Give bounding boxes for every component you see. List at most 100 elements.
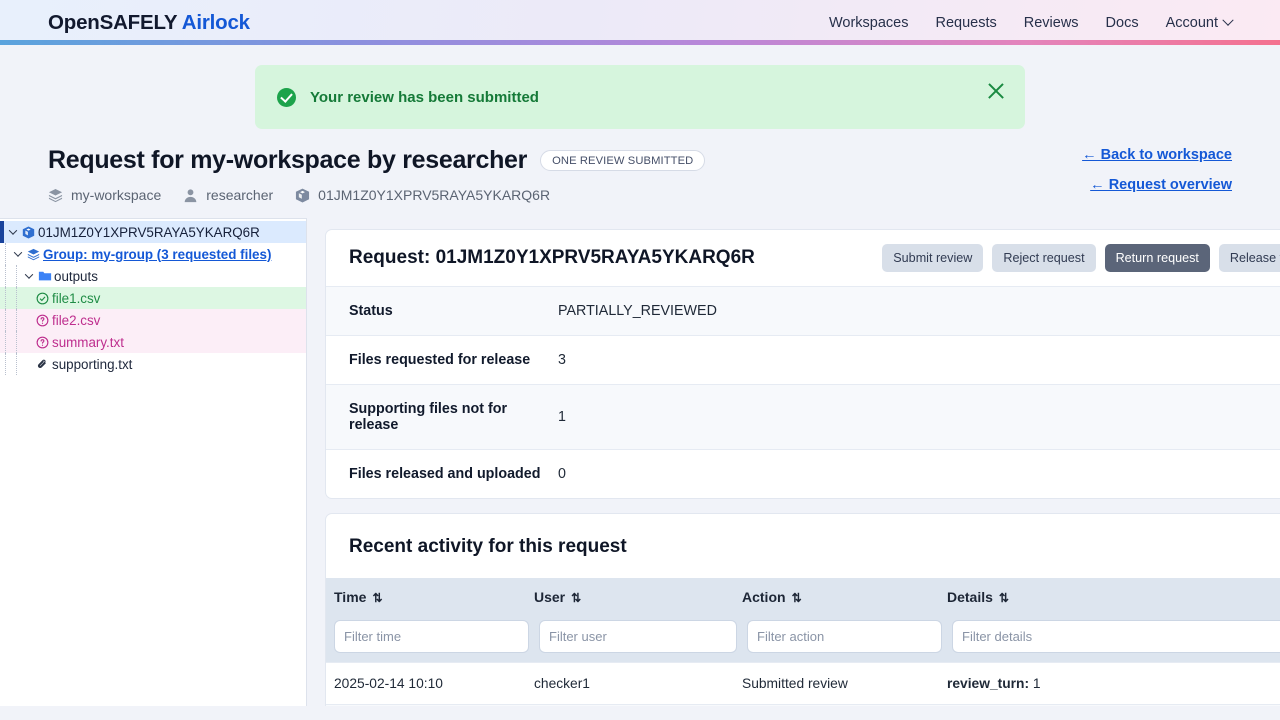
- activity-title: Recent activity for this request: [349, 536, 627, 557]
- tree-item-summary[interactable]: summary.txt: [0, 331, 306, 353]
- main-nav: Workspaces Requests Reviews Docs Account: [829, 14, 1240, 31]
- meta-request-id: 01JM1Z0Y1XPRV5RAYA5YKARQ6R: [295, 187, 550, 203]
- tree-label: file2.csv: [52, 312, 101, 328]
- brand-logo[interactable]: OpenSAFELY Airlock: [48, 11, 250, 35]
- tree-indent-guide: [11, 331, 22, 353]
- cell-action: [742, 704, 947, 706]
- row-key: Status: [349, 303, 393, 319]
- back-to-workspace-link[interactable]: ← Back to workspace: [1082, 147, 1232, 163]
- chevron-down-icon[interactable]: [11, 248, 24, 257]
- sort-icon[interactable]: ⇅: [792, 591, 802, 605]
- tree-item-request-root[interactable]: 01JM1Z0Y1XPRV5RAYA5YKARQ6R: [0, 221, 306, 243]
- tree-item-supporting[interactable]: supporting.txt: [0, 353, 306, 375]
- nav-item-docs[interactable]: Docs: [1106, 15, 1139, 31]
- brand-airlock-text: Airlock: [181, 10, 250, 34]
- table-row: 2025-02-14 10:10 checker1 Submitted revi…: [326, 662, 1280, 705]
- question-circle-icon: [33, 314, 52, 327]
- filter-cell-details: [947, 616, 1280, 663]
- check-circle-icon: [277, 87, 296, 107]
- column-header-details: Details ⇅: [947, 578, 1280, 616]
- success-alert: Your review has been submitted: [255, 65, 1025, 129]
- meta-author: researcher: [183, 187, 273, 203]
- paperclip-icon: [33, 358, 52, 371]
- page-metadata: my-workspace researcher 01JM1Z0Y1XPRV5RA…: [48, 187, 1232, 203]
- box-icon: [19, 225, 38, 239]
- cell-user: checker1: [534, 662, 742, 705]
- table-row: Status PARTIALLY_REVIEWED: [326, 286, 1280, 336]
- sort-icon[interactable]: ⇅: [372, 591, 382, 605]
- chevron-down-icon[interactable]: [22, 270, 35, 279]
- cell-action: Submitted review: [742, 662, 947, 705]
- tree-indent-guide: [0, 353, 11, 375]
- tree-label: summary.txt: [52, 334, 124, 350]
- release-files-button[interactable]: Release files: [1218, 244, 1280, 272]
- filter-time-input[interactable]: [334, 620, 529, 653]
- tree-indent-guide: [11, 353, 22, 375]
- filter-cell-time: [326, 616, 534, 663]
- cell-details: review_turn: 1: [947, 662, 1280, 705]
- row-value: 1: [558, 409, 566, 425]
- tree-indent-guide: [11, 287, 22, 309]
- submit-review-button[interactable]: Submit review: [882, 244, 984, 272]
- tree-item-group[interactable]: Group: my-group (3 requested files): [0, 243, 306, 265]
- body-split: 01JM1Z0Y1XPRV5RAYA5YKARQ6R Group: my-gro…: [0, 218, 1280, 706]
- nav-label: Account: [1165, 14, 1218, 31]
- column-label: Action: [742, 589, 786, 605]
- cell-details: [947, 704, 1280, 706]
- request-actions: Submit review Reject request Return requ…: [882, 244, 1280, 272]
- main-content: Request: 01JM1Z0Y1XPRV5RAYA5YKARQ6R Subm…: [307, 218, 1280, 706]
- cell-time: [326, 704, 534, 706]
- sort-icon[interactable]: ⇅: [999, 591, 1009, 605]
- nav-item-reviews[interactable]: Reviews: [1024, 15, 1079, 31]
- meta-label: researcher: [206, 187, 274, 203]
- sort-icon[interactable]: ⇅: [571, 591, 581, 605]
- alert-message: Your review has been submitted: [310, 88, 539, 106]
- nav-item-account[interactable]: Account: [1165, 14, 1234, 31]
- request-overview-link[interactable]: ← Request overview: [1082, 177, 1232, 193]
- request-summary-table: Status PARTIALLY_REVIEWED Files requeste…: [326, 286, 1280, 498]
- table-row: [326, 704, 1280, 706]
- return-request-button[interactable]: Return request: [1104, 244, 1210, 272]
- nav-label: Workspaces: [828, 14, 909, 31]
- tree-label: 01JM1Z0Y1XPRV5RAYA5YKARQ6R: [38, 224, 260, 240]
- tree-label[interactable]: Group: my-group (3 requested files): [43, 247, 271, 262]
- tree-item-folder-outputs[interactable]: outputs: [0, 265, 306, 287]
- page-header: Request for my-workspace by researcher O…: [0, 129, 1280, 203]
- table-row: Supporting files not for release 1: [326, 384, 1280, 450]
- corner-links: ← Back to workspace ← Request overview: [1082, 147, 1232, 207]
- row-value: PARTIALLY_REVIEWED: [558, 303, 717, 319]
- tree-item-file1[interactable]: file1.csv: [0, 287, 306, 309]
- filter-details-input[interactable]: [952, 620, 1280, 653]
- nav-item-workspaces[interactable]: Workspaces: [829, 15, 909, 31]
- close-icon[interactable]: [986, 81, 1006, 101]
- chevron-down-icon[interactable]: [6, 226, 19, 235]
- filter-action-input[interactable]: [747, 620, 942, 653]
- column-header-time: Time ⇅: [326, 578, 534, 616]
- title-row: Request for my-workspace by researcher O…: [48, 146, 1232, 175]
- activity-table: Time ⇅ User ⇅ Action ⇅ Details ⇅ Filter …: [326, 578, 1280, 706]
- request-card: Request: 01JM1Z0Y1XPRV5RAYA5YKARQ6R Subm…: [325, 229, 1280, 499]
- row-key: Files released and uploaded: [349, 466, 541, 482]
- table-row: Files released and uploaded 0: [326, 449, 1280, 499]
- row-key: Files requested for release: [349, 352, 531, 368]
- status-badge: ONE REVIEW SUBMITTED: [540, 150, 706, 171]
- row-value: 0: [558, 466, 566, 482]
- cell-time: 2025-02-14 10:10: [326, 662, 534, 705]
- nav-label: Docs: [1105, 14, 1139, 31]
- nav-label: Reviews: [1023, 14, 1079, 31]
- question-circle-icon: [33, 336, 52, 349]
- activity-filter-row: [326, 616, 1280, 663]
- alert-container: Your review has been submitted: [0, 45, 1280, 129]
- tree-indent-guide: [11, 309, 22, 331]
- filter-user-input[interactable]: [539, 620, 737, 653]
- meta-workspace: my-workspace: [48, 187, 161, 203]
- reject-request-button[interactable]: Reject request: [992, 244, 1096, 272]
- stack-icon: [24, 248, 43, 261]
- tree-label: supporting.txt: [52, 356, 133, 372]
- nav-item-requests[interactable]: Requests: [935, 15, 996, 31]
- tree-item-file2[interactable]: file2.csv: [0, 309, 306, 331]
